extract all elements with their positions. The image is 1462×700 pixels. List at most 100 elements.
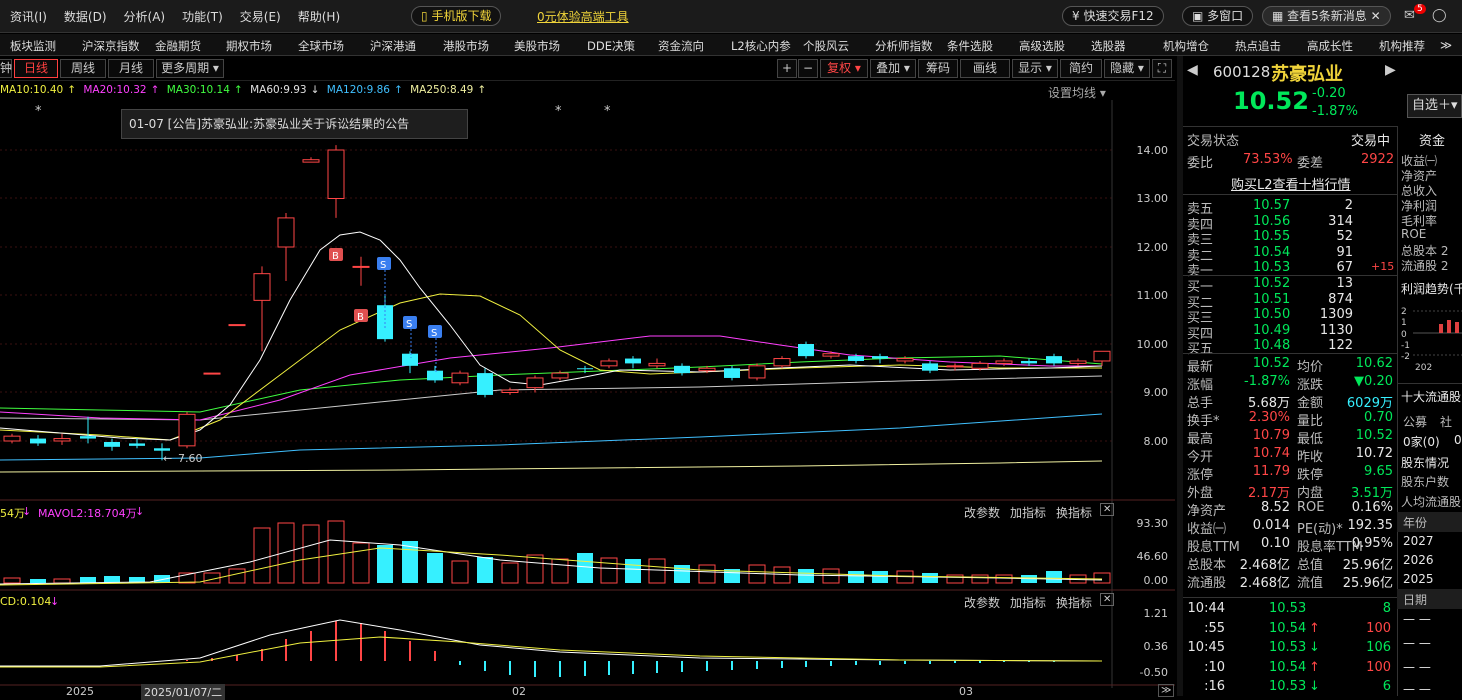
nav-item[interactable]: L2核心内参 [731, 38, 791, 54]
quote-value-2: 25.96亿 [1342, 558, 1393, 573]
free-tool-link[interactable]: 0元体验高端工具 [537, 8, 629, 25]
current-price: 10.52 [1233, 87, 1309, 115]
candle-body [451, 372, 469, 384]
nav-item[interactable]: 条件选股 [947, 38, 993, 54]
quick-trade-button[interactable]: ¥ 快速交易F12 [1062, 6, 1164, 26]
tick-time: :10 [1204, 659, 1225, 675]
tab-month[interactable]: 月线 [108, 59, 154, 78]
arrow-down-icon: ↓ [50, 595, 60, 608]
nav-item[interactable]: 港股市场 [443, 38, 489, 54]
candle-body [352, 265, 370, 268]
quote-value: 10.52 [1252, 356, 1290, 371]
volume-bar [53, 578, 71, 584]
display-dropdown[interactable]: 显示 ▾ [1012, 59, 1058, 78]
candle-body [946, 365, 964, 368]
macd-add-indicator-button[interactable]: 加指标 [1010, 594, 1046, 611]
nav-item[interactable]: 高成长性 [1307, 38, 1353, 54]
zoom-out-button[interactable]: − [798, 59, 818, 78]
candle-body [648, 362, 666, 367]
macd-edit-params-button[interactable]: 改参数 [964, 594, 1000, 611]
watchlist-button[interactable]: 自选＋▾ [1407, 94, 1462, 118]
candle-body [427, 370, 443, 381]
ma-legend: MA10:10.40 ↑ MA20:10.32 ↑ MA30:10.14 ↑ MA60… [0, 84, 490, 100]
ma-settings-button[interactable]: 设置均线 ▾ [1048, 84, 1106, 101]
menu-zixun[interactable]: 资讯(I) [10, 8, 47, 25]
nav-item[interactable]: 机构增仓 [1163, 38, 1209, 54]
chart-toolbar: 钟 日线 周线 月线 更多周期 ▾ + − 复权 ▾ 叠加 ▾ 筹码 画线 显示… [0, 56, 1175, 81]
news-button[interactable]: ▦ 查看5条新消息 ✕ [1262, 6, 1391, 26]
profit-trend-chart: 21 0-1 -2 202 [1401, 307, 1462, 372]
vol-add-indicator-button[interactable]: 加指标 [1010, 504, 1046, 521]
date-row: — — [1403, 660, 1431, 674]
tab-week[interactable]: 周线 [60, 59, 106, 78]
svg-text:-1: -1 [1401, 341, 1410, 351]
tab-more-periods[interactable]: 更多周期 ▾ [156, 59, 224, 78]
more-nav-icon[interactable]: ≫ [1440, 38, 1452, 52]
buy-signal-letter: B [332, 251, 339, 262]
simple-button[interactable]: 简约 [1060, 59, 1102, 78]
ma30-value: MA30:10.14 [166, 84, 230, 96]
nav-item[interactable]: 美股市场 [514, 38, 560, 54]
mail-badge: 5 [1414, 4, 1426, 14]
mobile-download-button[interactable]: ▯ 手机版下载 [411, 6, 502, 26]
nav-item[interactable]: 资金流向 [658, 38, 704, 54]
date-row: — — [1403, 612, 1431, 626]
nav-item[interactable]: 高级选股 [1019, 38, 1065, 54]
candle-body [178, 413, 196, 447]
quote-label-2: 内盘 [1297, 486, 1324, 501]
next-stock-icon[interactable]: ▶ [1385, 62, 1396, 78]
candle-body [154, 448, 170, 451]
menu-gongneng[interactable]: 功能(T) [182, 8, 223, 25]
price-tick: 8.00 [1143, 435, 1169, 448]
close-icon[interactable]: ✕ [1100, 593, 1115, 606]
close-icon[interactable]: ✕ [1100, 503, 1115, 516]
sell-signal-letter: S [380, 260, 386, 271]
nav-item[interactable]: 沪深港通 [370, 38, 416, 54]
tab-day[interactable]: 日线 [14, 59, 58, 78]
overlay-dropdown[interactable]: 叠加 ▾ [870, 59, 916, 78]
draw-line-button[interactable]: 画线 [960, 59, 1010, 78]
quote-value: 10.74 [1252, 446, 1290, 461]
user-icon[interactable]: ◯ [1432, 8, 1447, 23]
per-holder-label: 人均流通股 [1401, 495, 1462, 509]
candle-body [625, 358, 641, 364]
nav-item[interactable]: 全球市场 [298, 38, 344, 54]
menu-bangzhu[interactable]: 帮助(H) [298, 8, 340, 25]
menu-shuju[interactable]: 数据(D) [64, 8, 107, 25]
macd-switch-indicator-button[interactable]: 换指标 [1056, 594, 1092, 611]
hide-dropdown[interactable]: 隐藏 ▾ [1104, 59, 1150, 78]
tab-minute[interactable]: 钟 [0, 59, 12, 78]
nav-item[interactable]: 选股器 [1091, 38, 1126, 54]
chips-button[interactable]: 筹码 [918, 59, 958, 78]
nav-item[interactable]: 热点追击 [1235, 38, 1281, 54]
multi-window-button[interactable]: ▣ 多窗口 [1182, 6, 1254, 26]
tick-volume: 106 [1366, 640, 1391, 655]
volume-bar [946, 574, 964, 584]
fin-tab[interactable]: 资金 [1419, 130, 1445, 149]
vol-switch-indicator-button[interactable]: 换指标 [1056, 504, 1092, 521]
nav-item[interactable]: 金融期货 [155, 38, 201, 54]
fund-count: 0家(0) [1403, 435, 1440, 449]
nav-item[interactable]: 板块监测 [10, 38, 56, 54]
close-icon[interactable]: ✕ [1371, 9, 1381, 23]
nav-item[interactable]: DDE决策 [587, 38, 635, 54]
prev-stock-icon[interactable]: ◀ [1187, 62, 1198, 78]
nav-item[interactable]: 分析师指数 [875, 38, 933, 54]
arrow-up-icon: ↑ [1309, 659, 1320, 675]
nav-item[interactable]: 沪深京指数 [82, 38, 140, 54]
nav-item[interactable]: 个股风云 [803, 38, 849, 54]
nav-item[interactable]: 期权市场 [226, 38, 272, 54]
nav-item[interactable]: 机构推荐 [1379, 38, 1425, 54]
menu-fenxi[interactable]: 分析(A) [124, 8, 166, 25]
l2-purchase-link[interactable]: 购买L2查看十档行情 [1231, 174, 1351, 193]
candle-body [402, 353, 418, 366]
fuquan-dropdown[interactable]: 复权 ▾ [820, 59, 868, 78]
fullscreen-icon[interactable]: ⛶ [1152, 59, 1172, 78]
menu-jiaoyi[interactable]: 交易(E) [240, 8, 281, 25]
scroll-right-icon[interactable]: ≫ [1158, 684, 1175, 697]
volume-bar [302, 524, 320, 584]
vol-edit-params-button[interactable]: 改参数 [964, 504, 1000, 521]
zoom-in-button[interactable]: + [777, 59, 797, 78]
quote-value-2: 10.52 [1355, 428, 1393, 443]
announcement-tooltip[interactable]: 01-07 [公告]苏豪弘业:苏豪弘业关于诉讼结果的公告 [121, 109, 468, 139]
